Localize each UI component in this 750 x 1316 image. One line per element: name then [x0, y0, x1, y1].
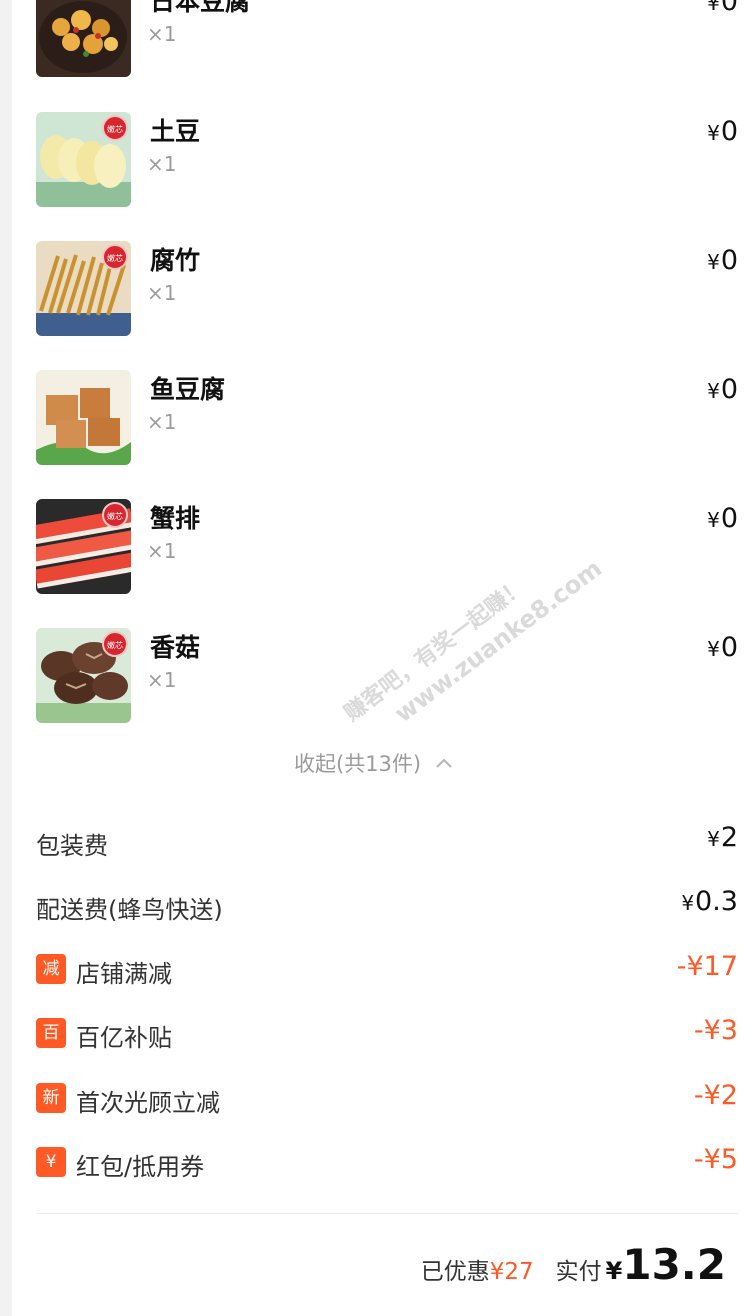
item-quantity: ×1 [147, 22, 177, 46]
fee-value: ¥2 [707, 822, 738, 853]
item-quantity: ×1 [147, 152, 177, 176]
promo-label: 首次光顾立减 [76, 1089, 220, 1117]
item-name: 香菇 [150, 633, 201, 662]
food-image: 嫩芯 [36, 112, 131, 207]
item-name: 日本豆腐 [150, 0, 251, 16]
item-quantity: ×1 [147, 410, 177, 434]
order-total: 已优惠 ¥27 实付 ¥ 13.2 [421, 1240, 726, 1289]
promo-row-subsidy: 百 百亿补贴 -¥3 [36, 1015, 738, 1055]
fee-label: 包装费 [36, 832, 108, 860]
food-image: 嫩芯 [36, 499, 131, 594]
order-item[interactable]: 嫩芯 腐竹 ×1 ¥0 [36, 241, 738, 337]
fee-value: ¥0.3 [681, 886, 738, 917]
item-price: ¥0 [707, 116, 738, 147]
item-name: 腐竹 [150, 246, 201, 275]
item-name: 土豆 [150, 117, 201, 146]
saved-label: 已优惠 [420, 1259, 490, 1285]
promo-label: 店铺满减 [76, 960, 172, 988]
paid-value: 13.2 [622, 1240, 726, 1289]
coupon-tag-icon: ¥ [36, 1147, 66, 1177]
fee-label: 配送费(蜂鸟快送) [36, 896, 223, 924]
promo-row-new-customer: 新 首次光顾立减 -¥2 [36, 1080, 738, 1120]
brand-badge: 嫩芯 [102, 244, 128, 270]
item-price: ¥0 [707, 0, 738, 17]
promo-value: -¥2 [693, 1080, 738, 1111]
order-item[interactable]: 嫩芯 香菇 ×1 ¥0 [36, 628, 738, 724]
item-quantity: ×1 [147, 281, 177, 305]
collapse-items-button[interactable]: 收起(共13件) [294, 748, 453, 778]
food-image [36, 0, 131, 77]
item-price: ¥0 [707, 503, 738, 534]
promo-row-store-discount: 减 店铺满减 -¥17 [36, 951, 738, 991]
promo-value: -¥5 [693, 1144, 738, 1175]
order-item[interactable]: 日本豆腐 ×1 ¥0 [36, 0, 738, 78]
promo-row-red-packet[interactable]: ¥ 红包/抵用券 -¥5 [36, 1144, 738, 1184]
divider [36, 1213, 738, 1214]
item-quantity: ×1 [147, 539, 177, 563]
item-name: 鱼豆腐 [150, 375, 226, 404]
saved-value: ¥27 [489, 1259, 534, 1285]
order-item[interactable]: 嫩芯 土豆 ×1 ¥0 [36, 112, 738, 208]
promo-value: -¥3 [693, 1015, 738, 1046]
subsidy-tag-icon: 百 [36, 1018, 66, 1048]
delivery-fee-row: 配送费(蜂鸟快送) ¥0.3 [36, 886, 738, 926]
item-quantity: ×1 [147, 668, 177, 692]
discount-tag-icon: 减 [36, 954, 66, 984]
paid-currency: ¥ [605, 1257, 623, 1285]
chevron-up-icon [436, 758, 452, 768]
promo-label: 红包/抵用券 [76, 1153, 205, 1181]
order-item[interactable]: 鱼豆腐 ×1 ¥0 [36, 370, 738, 466]
food-image: 嫩芯 [36, 628, 131, 723]
order-detail-card: 日本豆腐 ×1 ¥0 嫩芯 土豆 ×1 ¥0 嫩芯 腐竹 ×1 ¥0 鱼豆腐 ×… [12, 0, 750, 1316]
new-customer-tag-icon: 新 [36, 1083, 66, 1113]
brand-badge: 嫩芯 [102, 631, 128, 657]
promo-value: -¥17 [676, 951, 738, 982]
item-price: ¥0 [707, 374, 738, 405]
collapse-label: 收起(共13件) [294, 752, 422, 776]
order-item[interactable]: 嫩芯 蟹排 ×1 ¥0 [36, 499, 738, 595]
brand-badge: 嫩芯 [102, 502, 128, 528]
item-price: ¥0 [707, 245, 738, 276]
item-price: ¥0 [707, 632, 738, 663]
brand-badge: 嫩芯 [102, 115, 128, 141]
food-image: 嫩芯 [36, 241, 131, 336]
food-image [36, 370, 131, 465]
item-name: 蟹排 [150, 504, 201, 533]
promo-label: 百亿补贴 [76, 1024, 172, 1052]
paid-label: 实付 [555, 1259, 602, 1285]
packaging-fee-row: 包装费 ¥2 [36, 822, 738, 862]
